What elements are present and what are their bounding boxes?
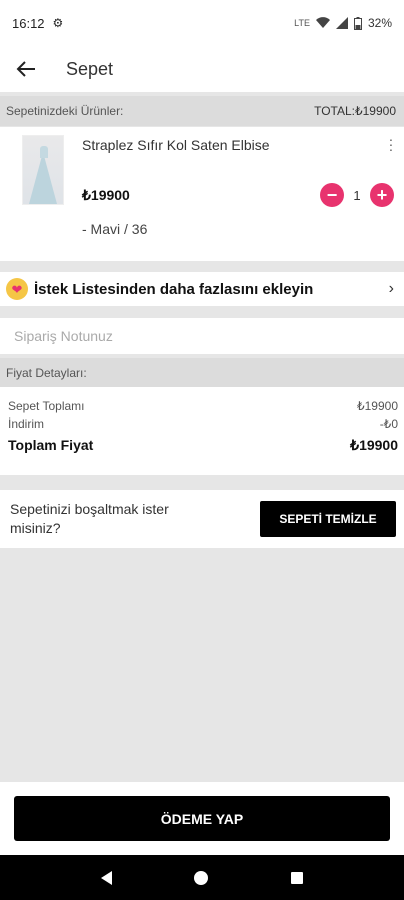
wishlist-link[interactable]: ❤ İstek Listesinden daha fazlasını ekley… bbox=[0, 272, 404, 306]
price-details-label: Fiyat Detayları: bbox=[6, 366, 87, 380]
battery-icon bbox=[353, 16, 362, 30]
arrow-left-icon bbox=[16, 61, 35, 77]
system-nav-bar bbox=[0, 855, 404, 900]
quantity-value: 1 bbox=[353, 187, 361, 203]
decrease-quantity-button[interactable]: − bbox=[320, 183, 344, 207]
nav-home-icon[interactable] bbox=[194, 870, 209, 885]
price-row-discount: İndirim -₺0 bbox=[8, 417, 398, 431]
product-image[interactable] bbox=[22, 135, 64, 205]
more-options-icon[interactable]: · · · bbox=[388, 132, 394, 156]
clear-cart-card: Sepetinizi boşaltmak ister misiniz? SEPE… bbox=[0, 490, 404, 548]
price-row-total: Toplam Fiyat ₺19900 bbox=[8, 437, 398, 454]
cart-total: TOTAL:₺19900 bbox=[314, 104, 396, 118]
subtotal-label: Sepet Toplamı bbox=[8, 399, 85, 413]
wifi-icon bbox=[315, 17, 330, 28]
back-button[interactable] bbox=[14, 57, 38, 81]
status-left: 16:12 ⚙ bbox=[12, 16, 63, 31]
settings-icon: ⚙ bbox=[52, 16, 64, 30]
quantity-stepper: − 1 + bbox=[320, 183, 394, 207]
discount-value: -₺0 bbox=[379, 417, 398, 431]
battery-percent: 32% bbox=[367, 16, 392, 30]
clear-cart-button[interactable]: SEPETİ TEMİZLE bbox=[260, 501, 396, 537]
wishlist-label: İstek Listesinden daha fazlasını ekleyin bbox=[34, 280, 314, 298]
total-label: Toplam Fiyat bbox=[8, 437, 94, 453]
cart-section-label: Sepetinizdeki Ürünler: bbox=[6, 104, 124, 118]
dress-top-shape bbox=[40, 146, 48, 158]
heart-icon: ❤ bbox=[6, 278, 28, 300]
status-bar: 16:12 ⚙ LTE 32% bbox=[0, 0, 404, 46]
checkout-button[interactable]: ÖDEME YAP bbox=[14, 796, 390, 841]
cart-section-header: Sepetinizdeki Ürünler: TOTAL:₺19900 bbox=[0, 96, 404, 126]
checkout-area: ÖDEME YAP bbox=[0, 782, 404, 855]
product-variant: - Mavi / 36 bbox=[82, 221, 148, 237]
network-type-icon: LTE bbox=[294, 17, 310, 28]
nav-recents-icon[interactable] bbox=[290, 871, 303, 884]
discount-label: İndirim bbox=[8, 417, 45, 431]
order-note-input[interactable] bbox=[14, 328, 394, 344]
app-bar: Sepet bbox=[0, 46, 404, 92]
order-note-container bbox=[0, 318, 404, 354]
price-row-subtotal: Sepet Toplamı ₺19900 bbox=[8, 399, 398, 413]
status-right: LTE 32% bbox=[294, 16, 392, 30]
price-details-header: Fiyat Detayları: bbox=[0, 358, 404, 388]
status-time: 16:12 bbox=[12, 15, 45, 31]
signal-icon bbox=[335, 17, 348, 29]
increase-quantity-button[interactable]: + bbox=[370, 183, 394, 207]
product-name[interactable]: Straplez Sıfır Kol Saten Elbise bbox=[82, 137, 270, 153]
clear-cart-question: Sepetinizi boşaltmak ister misiniz? bbox=[10, 501, 169, 536]
nav-back-icon[interactable] bbox=[101, 870, 113, 885]
cart-item: Straplez Sıfır Kol Saten Elbise · · · ₺199… bbox=[0, 127, 404, 261]
dress-icon bbox=[29, 152, 57, 204]
page-title: Sepet bbox=[66, 58, 114, 79]
subtotal-value: ₺19900 bbox=[356, 399, 398, 413]
total-value: ₺19900 bbox=[350, 437, 398, 453]
price-details: Sepet Toplamı ₺19900 İndirim -₺0 Toplam … bbox=[0, 387, 404, 475]
chevron-right-icon: › bbox=[388, 280, 394, 297]
product-price: ₺19900 bbox=[82, 187, 130, 203]
